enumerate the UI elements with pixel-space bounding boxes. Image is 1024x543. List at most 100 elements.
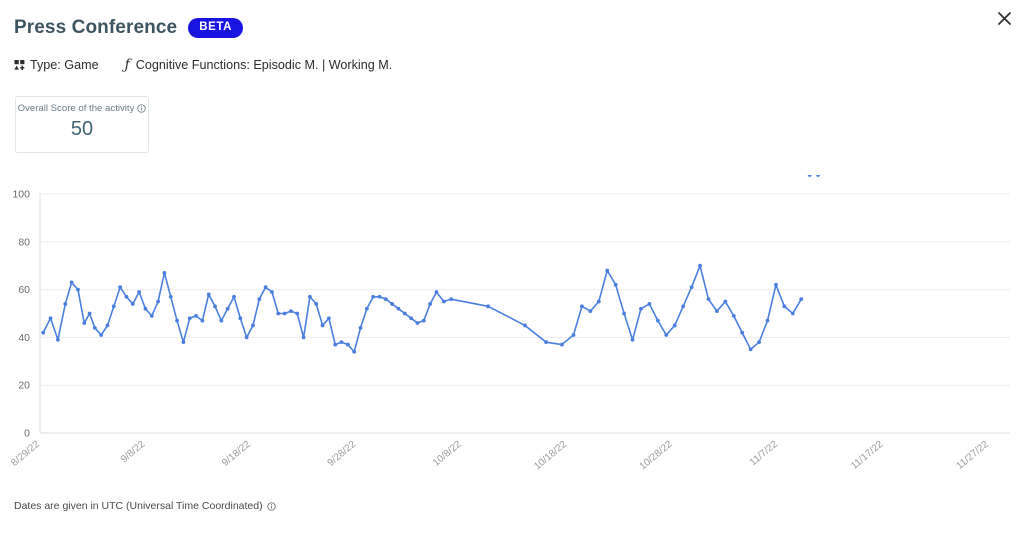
score-data-point[interactable] xyxy=(544,340,548,345)
score-data-point[interactable] xyxy=(714,309,719,314)
score-data-point[interactable] xyxy=(175,318,179,323)
score-data-point[interactable] xyxy=(580,304,584,309)
score-data-point[interactable] xyxy=(276,311,281,316)
score-data-point[interactable] xyxy=(672,323,677,328)
score-data-point[interactable] xyxy=(371,294,376,299)
score-data-point[interactable] xyxy=(48,316,53,321)
score-data-point[interactable] xyxy=(345,342,350,347)
score-data-point[interactable] xyxy=(301,335,306,340)
score-data-point[interactable] xyxy=(596,299,601,304)
score-data-point[interactable] xyxy=(82,321,87,325)
score-data-point[interactable] xyxy=(757,340,761,345)
score-data-point[interactable] xyxy=(421,318,426,323)
score-data-point[interactable] xyxy=(162,270,167,275)
score-data-point[interactable] xyxy=(441,299,446,304)
score-data-point[interactable] xyxy=(168,294,173,299)
score-data-point[interactable] xyxy=(731,313,736,318)
score-data-point[interactable] xyxy=(774,282,778,287)
score-data-point[interactable] xyxy=(449,297,454,302)
score-data-point[interactable] xyxy=(257,297,262,302)
score-data-point[interactable] xyxy=(358,325,363,330)
score-data-point[interactable] xyxy=(326,316,331,321)
score-data-point[interactable] xyxy=(308,294,312,299)
score-data-point[interactable] xyxy=(124,294,129,299)
score-data-point[interactable] xyxy=(213,304,217,309)
score-data-point[interactable] xyxy=(130,302,135,306)
score-data-point[interactable] xyxy=(69,280,74,285)
score-data-point[interactable] xyxy=(415,321,420,325)
score-data-point[interactable] xyxy=(263,285,268,290)
score-data-point[interactable] xyxy=(251,323,255,328)
score-data-point[interactable] xyxy=(92,325,97,330)
score-data-point[interactable] xyxy=(605,268,610,273)
score-data-point[interactable] xyxy=(232,294,236,299)
score-data-point[interactable] xyxy=(622,311,627,316)
score-data-point[interactable] xyxy=(782,304,787,309)
score-data-point[interactable] xyxy=(396,306,401,311)
score-data-point[interactable] xyxy=(434,290,439,294)
score-data-point[interactable] xyxy=(41,330,46,335)
score-data-point[interactable] xyxy=(799,297,804,302)
score-data-point[interactable] xyxy=(99,333,104,337)
score-data-point[interactable] xyxy=(409,316,414,321)
score-data-point[interactable] xyxy=(681,304,686,309)
score-data-point[interactable] xyxy=(816,175,821,177)
info-icon[interactable] xyxy=(137,104,147,113)
close-icon[interactable] xyxy=(993,7,1015,29)
score-data-point[interactable] xyxy=(244,335,249,340)
score-data-point[interactable] xyxy=(740,330,745,335)
score-data-point[interactable] xyxy=(706,297,711,302)
score-data-point[interactable] xyxy=(807,175,812,177)
score-data-point[interactable] xyxy=(655,318,660,323)
score-data-point[interactable] xyxy=(87,311,92,316)
score-data-point[interactable] xyxy=(118,285,123,290)
score-data-point[interactable] xyxy=(137,290,142,294)
score-data-point[interactable] xyxy=(377,294,382,299)
score-data-point[interactable] xyxy=(270,290,274,294)
score-data-point[interactable] xyxy=(630,337,635,342)
score-data-point[interactable] xyxy=(200,318,205,323)
score-data-point[interactable] xyxy=(364,306,369,311)
score-data-point[interactable] xyxy=(63,302,68,306)
score-data-point[interactable] xyxy=(282,311,287,316)
score-data-point[interactable] xyxy=(156,299,160,304)
score-data-point[interactable] xyxy=(181,340,186,345)
score-data-point[interactable] xyxy=(613,282,618,287)
score-data-point[interactable] xyxy=(187,316,192,321)
score-data-point[interactable] xyxy=(333,342,338,347)
info-icon[interactable] xyxy=(266,501,276,511)
score-data-point[interactable] xyxy=(111,304,116,309)
score-data-point[interactable] xyxy=(339,340,344,345)
score-data-point[interactable] xyxy=(523,323,527,328)
score-data-point[interactable] xyxy=(588,309,593,314)
score-data-point[interactable] xyxy=(664,333,669,337)
score-data-point[interactable] xyxy=(149,313,154,318)
score-data-point[interactable] xyxy=(765,318,770,323)
score-data-point[interactable] xyxy=(105,323,110,328)
score-data-point[interactable] xyxy=(289,309,293,314)
score-data-point[interactable] xyxy=(383,297,388,302)
score-data-point[interactable] xyxy=(486,304,490,309)
score-data-point[interactable] xyxy=(390,302,395,306)
score-data-point[interactable] xyxy=(647,302,652,306)
score-data-point[interactable] xyxy=(428,302,433,306)
score-data-point[interactable] xyxy=(402,311,407,316)
score-data-point[interactable] xyxy=(639,306,643,311)
score-data-point[interactable] xyxy=(560,342,564,347)
score-data-point[interactable] xyxy=(790,311,795,316)
score-data-point[interactable] xyxy=(238,316,243,321)
score-data-point[interactable] xyxy=(295,311,300,316)
score-data-point[interactable] xyxy=(352,349,357,354)
score-data-point[interactable] xyxy=(314,302,319,306)
score-data-point[interactable] xyxy=(689,285,694,290)
score-data-point[interactable] xyxy=(571,333,576,337)
score-data-point[interactable] xyxy=(748,347,753,352)
score-data-point[interactable] xyxy=(206,292,211,297)
score-data-point[interactable] xyxy=(698,263,702,268)
score-data-point[interactable] xyxy=(723,299,728,304)
score-data-point[interactable] xyxy=(219,318,224,323)
score-data-point[interactable] xyxy=(143,306,148,311)
score-data-point[interactable] xyxy=(56,337,60,342)
score-data-point[interactable] xyxy=(225,306,230,311)
score-data-point[interactable] xyxy=(194,313,198,318)
